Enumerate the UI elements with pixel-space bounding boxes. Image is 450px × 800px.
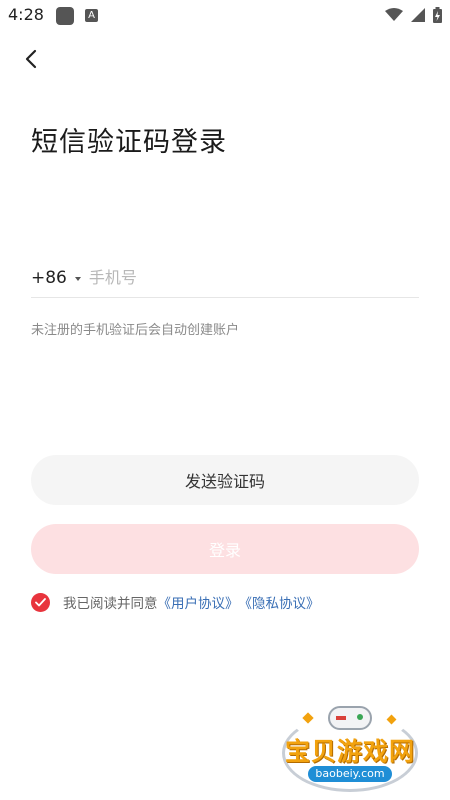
user-agreement-link[interactable]: 《用户协议》 [158, 592, 239, 612]
phone-row: +86 [31, 258, 419, 298]
privacy-policy-link[interactable]: 《隐私协议》 [239, 592, 320, 612]
agreement-row: 我已阅读并同意 《用户协议》 《隐私协议》 [31, 592, 320, 612]
wifi-icon [385, 8, 403, 21]
app-notification-icon [56, 7, 74, 25]
watermark-title: 宝贝游戏网 [284, 737, 415, 766]
watermark-logo: 宝贝游戏网 baobeiy.com [270, 700, 430, 795]
signal-icon [411, 8, 425, 22]
status-indicators [385, 6, 442, 24]
caret-down-icon[interactable] [74, 276, 81, 281]
watermark-url: baobeiy.com [308, 766, 392, 782]
send-code-button[interactable]: 发送验证码 [31, 455, 419, 505]
gamepad-icon [328, 706, 372, 730]
agree-text: 我已阅读并同意 [63, 596, 158, 612]
status-time: 4:28 [8, 5, 44, 24]
back-button[interactable] [16, 44, 46, 74]
status-bar: 4:28 A [0, 0, 450, 30]
back-arrow-icon [25, 49, 37, 69]
hint-text: 未注册的手机验证后会自动创建账户 [31, 323, 240, 338]
country-code[interactable]: +86 [31, 268, 67, 288]
battery-icon [433, 7, 442, 23]
login-button[interactable]: 登录 [31, 524, 419, 574]
app-store-icon: A [85, 9, 98, 22]
phone-input[interactable] [88, 268, 419, 287]
page-title: 短信验证码登录 [31, 127, 227, 158]
check-icon [35, 597, 46, 606]
agree-checkbox[interactable] [31, 592, 50, 612]
